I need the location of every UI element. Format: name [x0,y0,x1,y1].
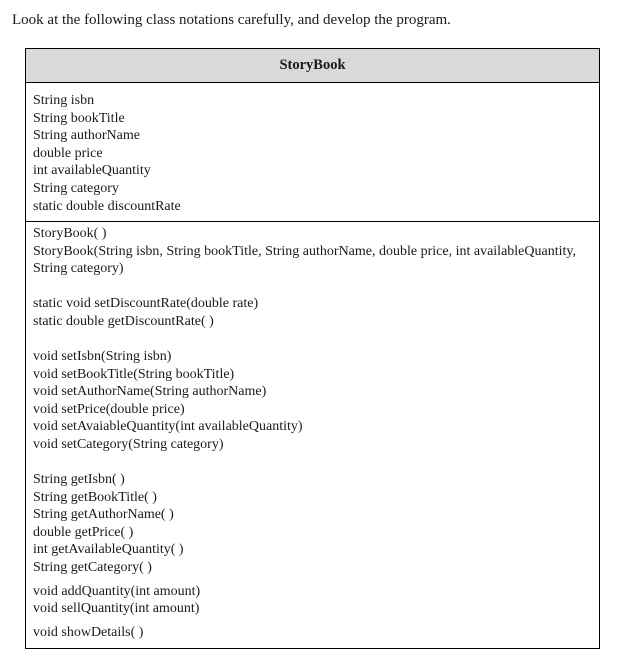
attribute: double price [33,145,103,161]
setter-method: void setBookTitle(String bookTitle) [33,366,235,382]
attribute: String bookTitle [33,110,125,126]
show-details-method: void showDetails( ) [33,624,144,640]
getter-method: String getIsbn( ) [33,472,125,488]
attribute: static double discountRate [33,198,181,214]
instruction-text: Look at the following class notations ca… [12,12,451,28]
constructor-default: StoryBook( ) [33,226,107,241]
attribute: String authorName [33,128,140,144]
class-name-header: StoryBook [26,49,599,83]
setter-method: void setAuthorName(String authorName) [33,384,267,400]
attribute: int availableQuantity [33,163,151,179]
uml-class-diagram: StoryBook String isbn String bookTitle S… [25,48,600,649]
methods-section: StoryBook( ) StoryBook(String isbn, Stri… [26,222,599,641]
attribute: String isbn [33,93,95,108]
getter-method: String getBookTitle( ) [33,489,157,505]
setter-method: void setIsbn(String isbn) [33,348,172,364]
static-method: static double getDiscountRate( ) [33,313,214,329]
quantity-method: void sellQuantity(int amount) [33,601,200,617]
setter-method: void setCategory(String category) [33,436,224,452]
getter-method: String getCategory( ) [33,560,152,575]
attribute: String category [33,180,119,196]
getter-method: int getAvailableQuantity( ) [33,542,184,558]
attributes-section: String isbn String bookTitle String auth… [26,83,599,222]
quantity-method: void addQuantity(int amount) [33,583,201,599]
class-name: StoryBook [279,57,346,73]
getter-method: double getPrice( ) [33,524,134,540]
setter-method: void setPrice(double price) [33,401,185,417]
getter-method: String getAuthorName( ) [33,507,174,523]
static-method: static void setDiscountRate(double rate) [33,296,259,312]
constructor-parameterized: StoryBook(String isbn, String bookTitle,… [33,243,576,277]
setter-method: void setAvaiableQuantity(int availableQu… [33,419,303,435]
